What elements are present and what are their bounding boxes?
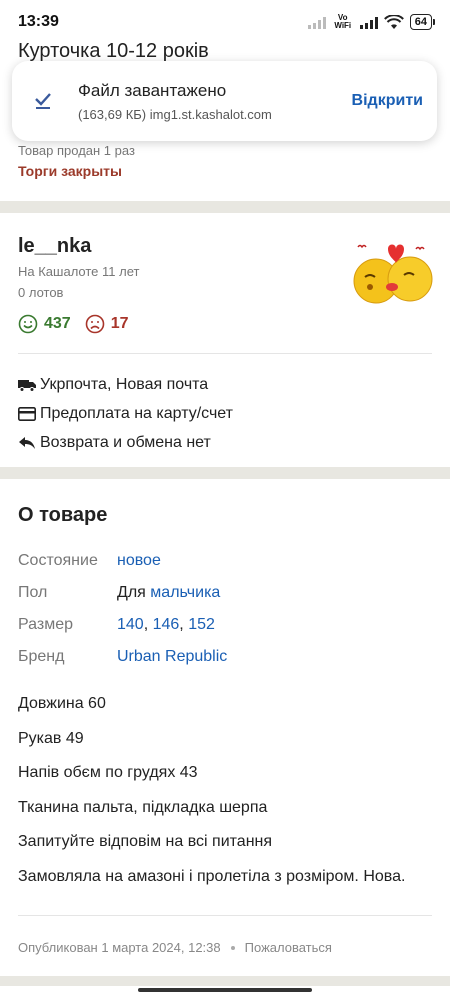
separator-dot: [230, 945, 235, 950]
section-divider: [0, 976, 450, 986]
shipping-methods: Укрпочта, Новая почта: [40, 375, 209, 393]
reply-arrow-icon: [18, 435, 36, 451]
brand-label: Бренд: [18, 648, 65, 665]
download-done-icon: [32, 90, 54, 112]
description-line: Запитуйте відповім на всі питання: [18, 833, 273, 850]
negative-count: 17: [110, 315, 129, 332]
attributes-table: Состояние новое Пол Для мальчика Размер …: [18, 545, 432, 673]
status-bar: 13:39 Vo WiFi 64: [0, 0, 450, 44]
size-link[interactable]: 152: [188, 616, 215, 633]
about-heading: О товаре: [18, 504, 108, 526]
signal-icon: [307, 15, 326, 29]
footer-divider: [18, 915, 432, 916]
seller-ratings: 437 17: [18, 314, 432, 334]
size-label: Размер: [18, 616, 73, 633]
size-separator: ,: [179, 616, 189, 633]
frown-icon: [85, 314, 105, 334]
shipping-row: Укрпочта, Новая почта: [18, 370, 432, 399]
status-icons: Vo WiFi 64: [307, 13, 436, 30]
published-date: Опубликован 1 марта 2024, 12:38: [18, 940, 221, 955]
truck-icon: [18, 377, 36, 393]
gender-link[interactable]: мальчика: [150, 584, 220, 601]
gender-label: Пол: [18, 584, 48, 601]
wifi-icon: [383, 14, 404, 29]
section-divider: [0, 467, 450, 479]
toast-subtitle: (163,69 КБ) img1.st.kashalot.com: [78, 106, 272, 122]
condition-label: Состояние: [18, 552, 98, 569]
description-line: Довжина 60: [18, 695, 106, 712]
seller-divider: [18, 353, 432, 354]
description-line: Тканина пальта, підкладка шерпа: [18, 798, 268, 816]
size-link[interactable]: 146: [153, 616, 180, 633]
description-line: Замовляла на амазоні і пролетіла з розмі…: [18, 867, 406, 885]
returns-row: Возврата и обмена нет: [18, 428, 432, 457]
payment-row: Предоплата на карту/счет: [18, 399, 432, 428]
item-description: Довжина 60 Рукав 49 Напів обєм по грудях…: [18, 687, 432, 894]
returns-policy: Возврата и обмена нет: [40, 433, 211, 451]
positive-count: 437: [44, 315, 71, 332]
seller-card: le__nka На Кашалоте 11 лет 0 лотов 437 1…: [0, 225, 450, 334]
size-link[interactable]: 140: [117, 616, 144, 633]
toast-text: Файл завантажено (163,69 КБ) img1.st.kas…: [78, 81, 352, 122]
size-values: 140, 146, 152: [117, 616, 215, 634]
gesture-nav-handle[interactable]: [138, 988, 312, 992]
brand-link[interactable]: Urban Republic: [117, 648, 227, 666]
delivery-info: Укрпочта, Новая почта Предоплата на карт…: [18, 370, 432, 457]
auction-closed-status: Торги закрыты: [18, 163, 122, 179]
battery-indicator: 64: [409, 14, 436, 30]
signal-strong-icon: [359, 15, 378, 29]
attribute-row-gender: Пол Для мальчика: [18, 577, 432, 609]
download-toast[interactable]: Файл завантажено (163,69 КБ) img1.st.kas…: [12, 61, 437, 141]
condition-link[interactable]: новое: [117, 552, 161, 570]
smile-icon: [18, 314, 38, 334]
attribute-row-condition: Состояние новое: [18, 545, 432, 577]
attribute-row-size: Размер 140, 146, 152: [18, 609, 432, 641]
gender-value: Для мальчика: [117, 584, 220, 602]
size-separator: ,: [143, 616, 153, 633]
open-file-button[interactable]: Відкрити: [352, 92, 423, 110]
attribute-row-brand: Бренд Urban Republic: [18, 641, 432, 673]
gender-prefix: Для: [117, 584, 146, 601]
listing-footer: Опубликован 1 марта 2024, 12:38 Пожалова…: [18, 940, 332, 955]
description-line: Напів обєм по грудях 43: [18, 764, 198, 781]
payment-method: Предоплата на карту/счет: [40, 404, 233, 422]
section-divider: [0, 201, 450, 213]
seller-avatar[interactable]: [350, 237, 434, 313]
report-link[interactable]: Пожаловаться: [245, 940, 332, 955]
status-time: 13:39: [18, 13, 59, 30]
sold-count: Товар продан 1 раз: [18, 143, 135, 158]
toast-title: Файл завантажено: [78, 80, 227, 100]
negative-rating[interactable]: 17: [85, 314, 129, 334]
about-section: О товаре Состояние новое Пол Для мальчик…: [18, 492, 432, 894]
positive-rating[interactable]: 437: [18, 314, 71, 334]
vowifi-indicator: Vo WiFi: [334, 13, 352, 30]
description-line: Рукав 49: [18, 729, 84, 747]
credit-card-icon: [18, 406, 36, 422]
